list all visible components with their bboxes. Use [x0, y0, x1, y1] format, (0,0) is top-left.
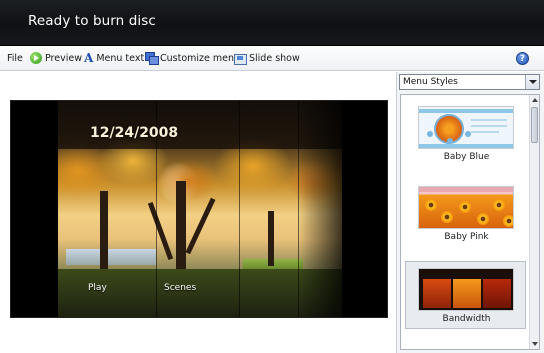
- menu-styles-panel: Menu Styles Baby Blue Baby Pink Bandwidt…: [396, 72, 544, 353]
- customize-icon: [145, 52, 159, 65]
- file-menu[interactable]: File: [7, 49, 23, 67]
- menu-play-item[interactable]: Play: [88, 283, 107, 293]
- styles-scrollbar[interactable]: [529, 95, 539, 349]
- baby-blue-thumbnail: [418, 106, 514, 149]
- scroll-up-icon[interactable]: [532, 98, 538, 102]
- play-icon: [30, 52, 42, 64]
- chevron-down-icon[interactable]: [525, 75, 539, 89]
- menu-styles-dropdown-value: Menu Styles: [403, 77, 458, 87]
- menu-date-title: 12/24/2008: [90, 125, 179, 141]
- style-item-bandwidth[interactable]: Bandwidth: [405, 261, 526, 329]
- scroll-thumb[interactable]: [531, 107, 538, 143]
- style-label: Bandwidth: [442, 314, 491, 324]
- menu-text-label: Menu text: [96, 52, 145, 64]
- title-bar: Ready to burn disc: [0, 0, 544, 46]
- bandwidth-thumbnail: [418, 268, 514, 311]
- file-menu-label: File: [7, 52, 23, 64]
- slide-show-label: Slide show: [249, 52, 300, 64]
- scroll-down-icon[interactable]: [532, 342, 538, 346]
- window-title: Ready to burn disc: [28, 13, 156, 29]
- slide-show-button[interactable]: Slide show: [234, 49, 300, 67]
- style-item-baby-blue[interactable]: Baby Blue: [405, 99, 526, 167]
- main-area: 12/24/2008 Play Scenes: [0, 72, 396, 353]
- menu-text-button[interactable]: A Menu text: [84, 49, 144, 67]
- style-item-baby-pink[interactable]: Baby Pink: [405, 179, 526, 247]
- customize-menu-button[interactable]: Customize menu: [145, 49, 240, 67]
- text-icon: A: [84, 51, 94, 65]
- toolbar: File Preview A Menu text Customize menu …: [0, 46, 544, 71]
- customize-menu-label: Customize menu: [160, 52, 241, 64]
- preview-button[interactable]: Preview: [30, 49, 82, 67]
- menu-styles-dropdown[interactable]: Menu Styles: [399, 74, 540, 90]
- slideshow-icon: [234, 52, 247, 65]
- menu-styles-list: Baby Blue Baby Pink Bandwidth: [400, 94, 540, 350]
- style-label: Baby Blue: [443, 152, 490, 162]
- menu-scenes-item[interactable]: Scenes: [164, 283, 196, 293]
- preview-stage: 12/24/2008 Play Scenes: [58, 101, 342, 317]
- baby-pink-thumbnail: [418, 186, 514, 229]
- menu-preview: 12/24/2008 Play Scenes: [10, 100, 388, 318]
- question-mark-icon: ?: [519, 54, 526, 64]
- preview-label: Preview: [45, 52, 82, 64]
- style-label: Baby Pink: [444, 232, 489, 242]
- help-button[interactable]: ?: [516, 52, 529, 65]
